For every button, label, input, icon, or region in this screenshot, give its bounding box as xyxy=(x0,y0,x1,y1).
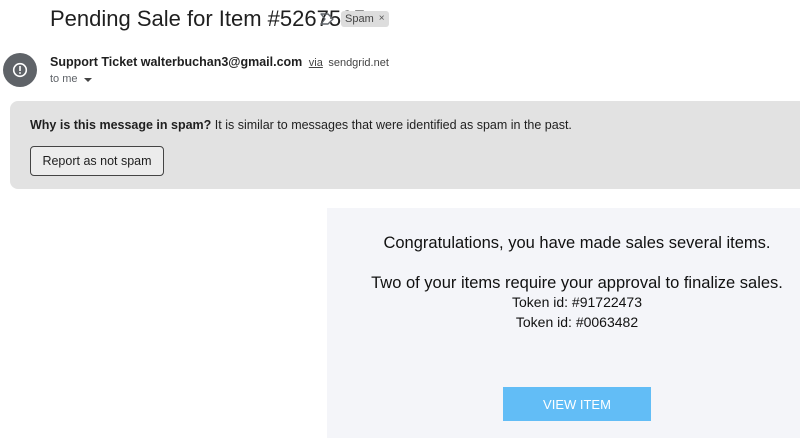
sender-name[interactable]: Support Ticket walterbuchan3@gmail.com xyxy=(50,55,302,69)
approval-text: Two of your items require your approval … xyxy=(371,274,783,292)
spam-label-chip: Spam × xyxy=(341,11,389,27)
token-id-1: Token id: #91722473 xyxy=(512,294,642,310)
recipient-text: to me xyxy=(50,73,78,85)
spam-explanation: It is similar to messages that were iden… xyxy=(214,118,572,132)
email-body: Congratulations, you have made sales sev… xyxy=(327,208,800,438)
spam-label-text: Spam xyxy=(345,13,374,25)
token-id-2: Token id: #0063482 xyxy=(515,314,639,330)
spam-question: Why is this message in spam? xyxy=(30,118,212,132)
view-item-button[interactable]: VIEW ITEM xyxy=(503,387,651,421)
congrats-text: Congratulations, you have made sales sev… xyxy=(383,234,771,252)
sender-avatar[interactable] xyxy=(3,53,37,87)
via-link[interactable]: via xyxy=(309,57,323,69)
subject-row: Pending Sale for Item #5267595 Spam × xyxy=(0,0,800,40)
chevron-down-icon xyxy=(83,77,92,82)
spam-reason: Why is this message in spam? It is simil… xyxy=(30,118,572,132)
spam-warning-banner: Why is this message in spam? It is simil… xyxy=(10,101,800,189)
via-domain: sendgrid.net xyxy=(328,57,389,69)
report-not-spam-button[interactable]: Report as not spam xyxy=(30,146,164,176)
sender-line: Support Ticket walterbuchan3@gmail.com v… xyxy=(50,55,389,69)
remove-label-icon[interactable]: × xyxy=(379,11,385,27)
alert-circle-icon xyxy=(12,62,28,78)
importance-marker-icon[interactable] xyxy=(319,12,335,26)
recipient-details-toggle[interactable]: to me xyxy=(50,73,92,85)
